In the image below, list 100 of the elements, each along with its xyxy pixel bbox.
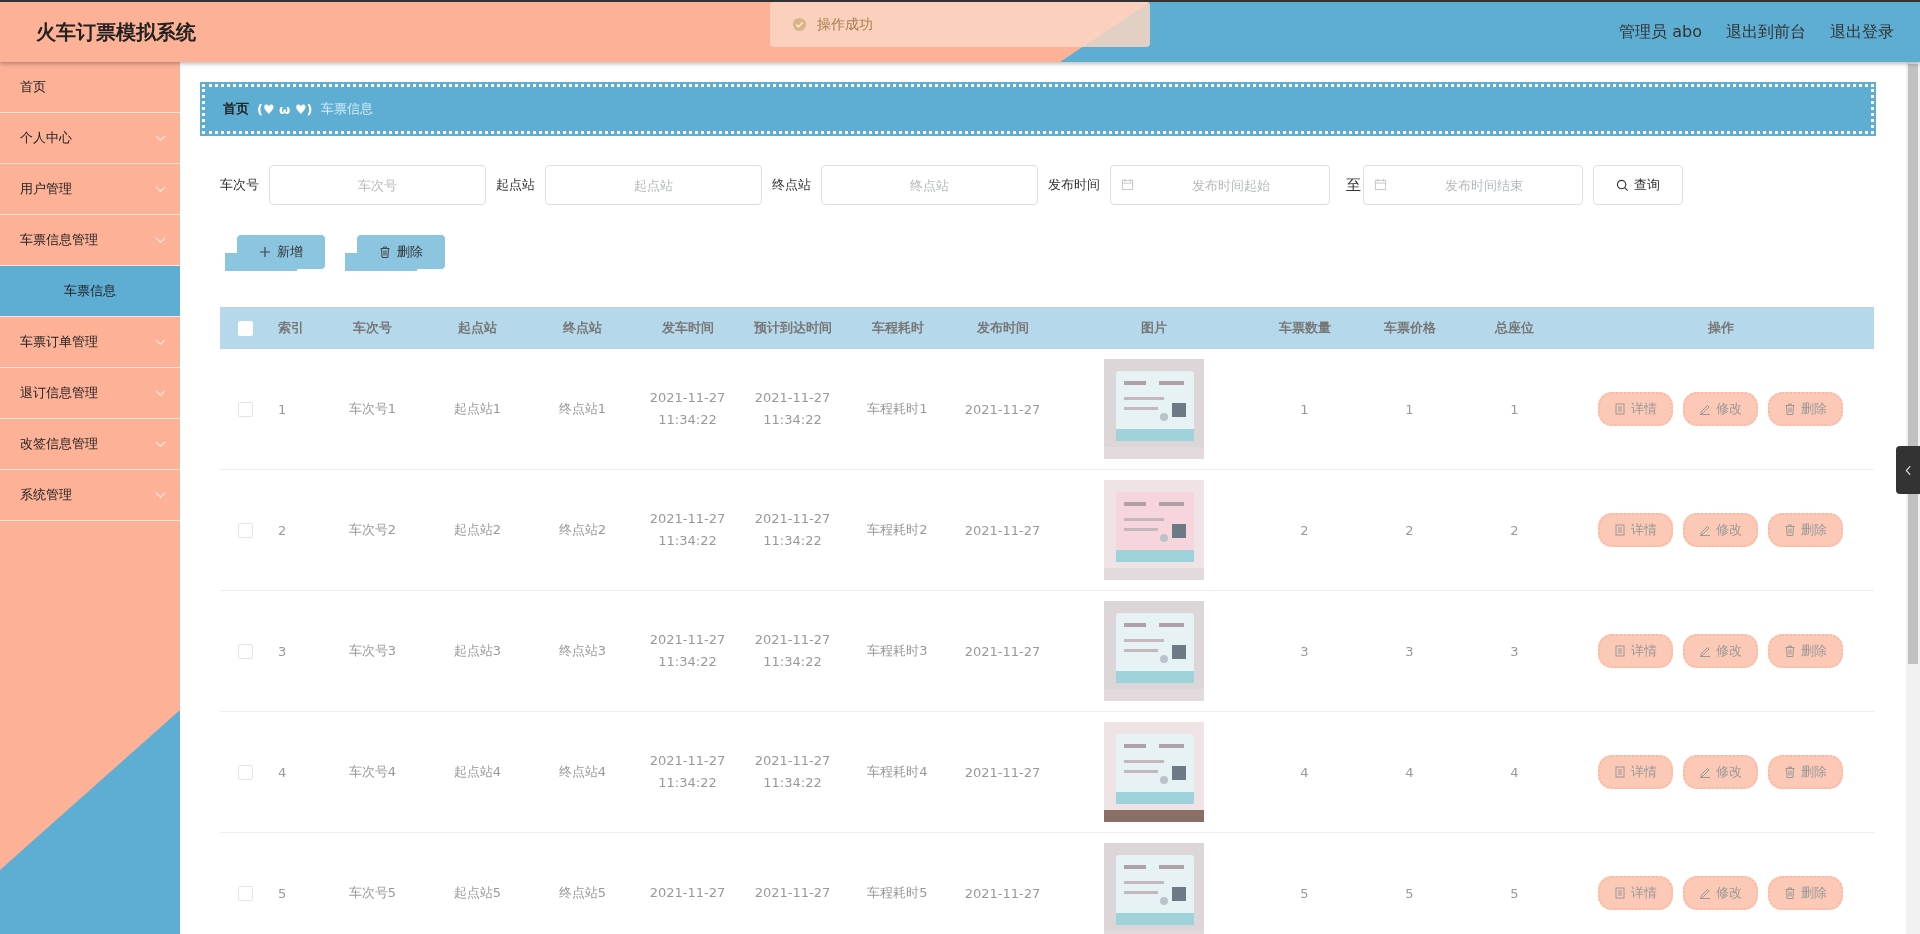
table-cell: 终点站1 <box>558 400 607 418</box>
document-icon <box>1614 887 1626 899</box>
table-cell-text: 2021-11-27 <box>649 884 726 902</box>
pencil-icon <box>1699 524 1711 536</box>
sidebar-subitem[interactable]: 车票信息 <box>0 266 180 317</box>
table-cell: 4 <box>1300 764 1309 780</box>
table-cell: 起点站2 <box>453 521 502 539</box>
checkbox[interactable] <box>237 522 253 538</box>
column-header: 发车时间 <box>661 319 714 337</box>
pencil-icon <box>1699 403 1711 415</box>
checkbox[interactable] <box>237 401 253 417</box>
input-field[interactable]: 车次号 <box>269 165 486 205</box>
column-header: 终点站 <box>563 319 602 337</box>
field-label: 起点站 <box>496 176 535 194</box>
table-cell-text: 2021-11-27 11:34:22 <box>754 389 831 429</box>
sidebar-item[interactable]: 车票订单管理 <box>0 317 180 368</box>
table-cell: 车次号3 <box>348 642 397 660</box>
table-cell: 起点站5 <box>453 884 502 902</box>
sidebar-item[interactable]: 个人中心 <box>0 113 180 164</box>
column-header: 发布时间 <box>976 319 1029 337</box>
sidebar-item[interactable]: 首页 <box>0 62 180 113</box>
table-cell: 车程耗时4 <box>867 763 928 781</box>
sidebar-item[interactable]: 退订信息管理 <box>0 368 180 419</box>
check-circle-icon <box>792 17 807 32</box>
chevron-down-icon <box>155 236 166 244</box>
input-field[interactable]: 起点站 <box>545 165 762 205</box>
trash-icon <box>1784 403 1796 415</box>
input-field[interactable]: 终点站 <box>821 165 1038 205</box>
table-cell: 1 <box>1405 401 1414 417</box>
pencil-icon <box>1699 887 1711 899</box>
table-cell: 4 <box>1405 764 1414 780</box>
breadcrumb-separator: (♥ ω ♥) <box>257 101 313 117</box>
table-cell-text: 2021-11-27 11:34:22 <box>754 510 831 550</box>
plus-icon <box>259 246 271 258</box>
scrollbar[interactable] <box>1906 62 1920 934</box>
table-cell: 2021-11-27 <box>964 885 1041 901</box>
table-cell: 2 <box>278 522 287 538</box>
toast-message: 操作成功 <box>817 15 873 34</box>
column-header: 车票价格 <box>1383 319 1436 337</box>
table-cell: 车程耗时1 <box>867 400 928 418</box>
sidebar-item[interactable]: 用户管理 <box>0 164 180 215</box>
table-cell: 起点站4 <box>453 763 502 781</box>
table-cell: 2021-11-27 <box>964 401 1041 417</box>
table-cell: 车次号1 <box>348 400 397 418</box>
table-cell: 车程耗时3 <box>867 642 928 660</box>
chevron-down-icon <box>155 338 166 346</box>
table-cell: 车次号2 <box>348 521 397 539</box>
table-cell-text: 2021-11-27 11:34:22 <box>649 631 726 671</box>
checkbox[interactable] <box>237 885 253 901</box>
table-cell: 3 <box>1300 643 1309 659</box>
column-header: 预计到达时间 <box>753 319 832 337</box>
trash-icon <box>1784 887 1796 899</box>
column-header: 总座位 <box>1495 319 1534 337</box>
calendar-icon <box>1121 178 1134 191</box>
table-cell: 终点站4 <box>558 763 607 781</box>
column-header: 索引 <box>278 319 304 337</box>
pencil-icon <box>1699 766 1711 778</box>
header-link[interactable]: 退出到前台 <box>1726 21 1806 43</box>
input-field[interactable]: 发布时间起始 <box>1110 165 1330 205</box>
trash-icon <box>1784 766 1796 778</box>
chevron-down-icon <box>155 389 166 397</box>
table-cell: 车程耗时5 <box>867 884 928 902</box>
collapse-handle[interactable] <box>1896 446 1920 494</box>
app-title: 火车订票模拟系统 <box>36 18 196 46</box>
calendar-icon <box>1374 178 1387 191</box>
header-link[interactable]: 退出登录 <box>1830 21 1894 43</box>
checkbox[interactable] <box>237 643 253 659</box>
table-cell: 4 <box>1510 764 1519 780</box>
table-cell-text: 2021-11-27 11:34:22 <box>649 752 726 792</box>
document-icon <box>1614 524 1626 536</box>
sidebar-item[interactable]: 系统管理 <box>0 470 180 521</box>
table-cell: 起点站3 <box>453 642 502 660</box>
chevron-down-icon <box>155 185 166 193</box>
table-cell: 5 <box>1510 885 1519 901</box>
field-label: 至 <box>1346 175 1361 195</box>
trash-icon <box>1784 645 1796 657</box>
table-cell-text: 2021-11-27 11:34:22 <box>754 752 831 792</box>
field-label: 终点站 <box>772 176 811 194</box>
document-icon <box>1614 403 1626 415</box>
breadcrumb-home[interactable]: 首页 <box>223 100 249 118</box>
column-header: 车次号 <box>353 319 392 337</box>
table-cell-text: 2021-11-27 11:34:22 <box>649 389 726 429</box>
search-button[interactable]: 查询 <box>1593 165 1683 205</box>
table-cell: 5 <box>1300 885 1309 901</box>
chevron-down-icon <box>155 491 166 499</box>
column-header: 起点站 <box>458 319 497 337</box>
table-cell-text: 2021-11-27 <box>754 884 831 902</box>
sidebar-item[interactable]: 改签信息管理 <box>0 419 180 470</box>
checkbox[interactable] <box>237 764 253 780</box>
pencil-icon <box>1699 645 1711 657</box>
table-cell: 2 <box>1300 522 1309 538</box>
table-cell: 2 <box>1405 522 1414 538</box>
input-field[interactable]: 发布时间结束 <box>1363 165 1583 205</box>
column-header: 车程耗时 <box>871 319 924 337</box>
table-cell: 3 <box>278 643 287 659</box>
table-cell: 5 <box>1405 885 1414 901</box>
column-header: 操作 <box>1707 319 1734 337</box>
table-cell: 2021-11-27 <box>964 764 1041 780</box>
table-cell: 终点站2 <box>558 521 607 539</box>
table-cell: 3 <box>1405 643 1414 659</box>
